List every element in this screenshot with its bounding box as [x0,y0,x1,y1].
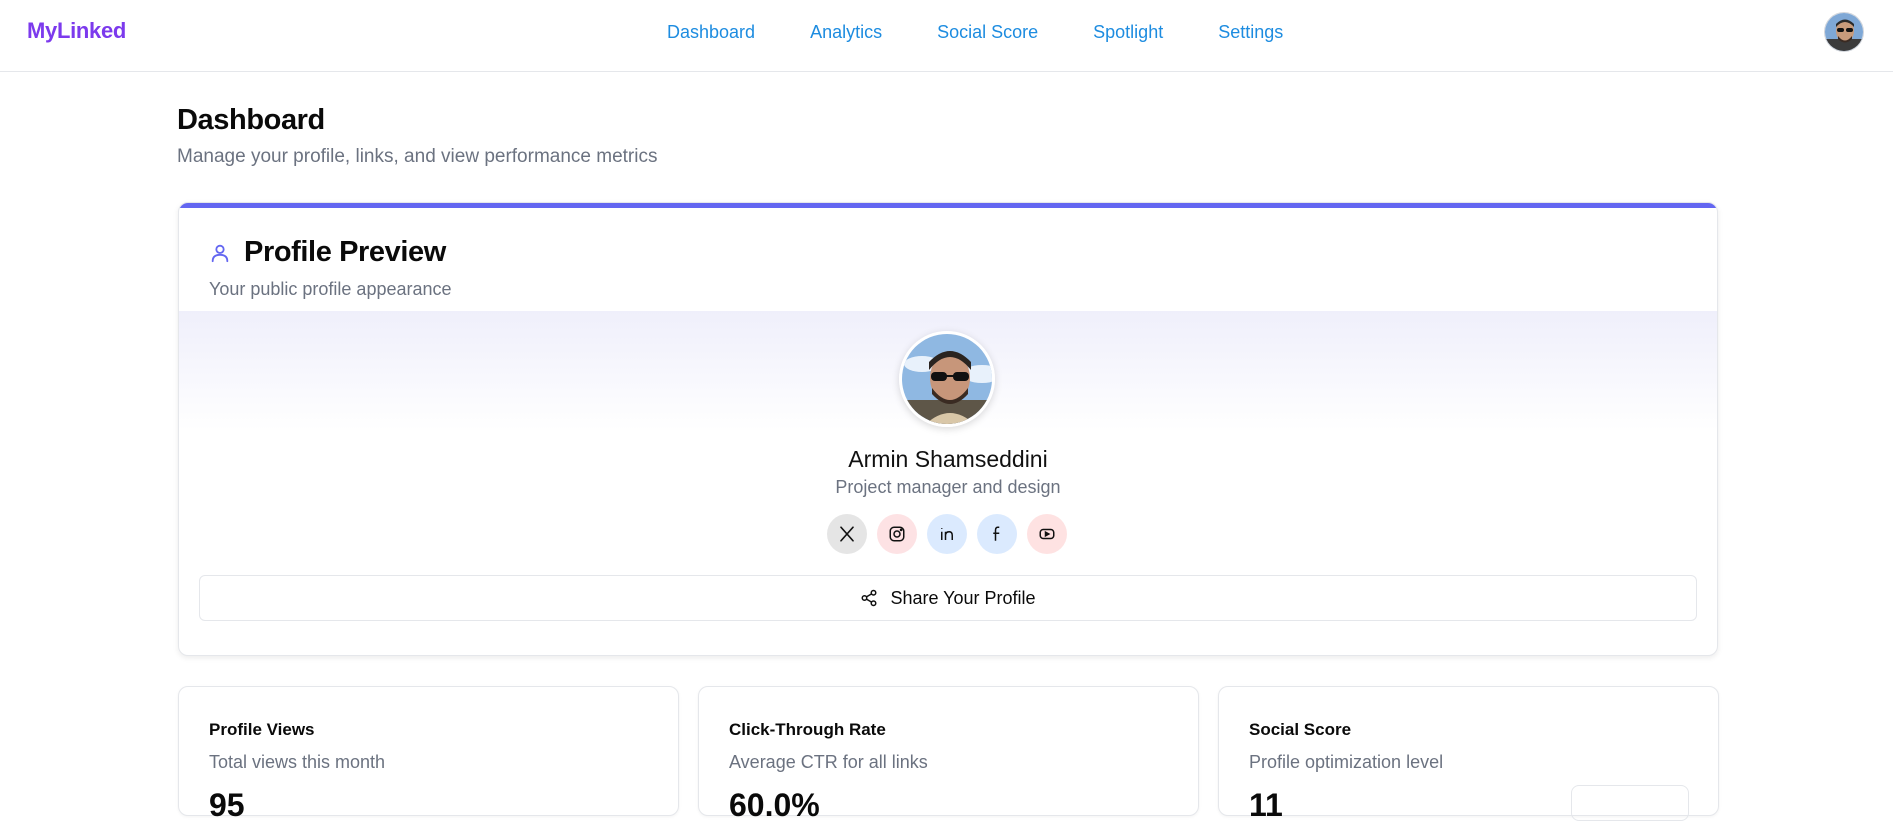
stat-value: 11 [1249,787,1283,823]
stat-description: Average CTR for all links [729,752,928,772]
stat-description: Total views this month [209,752,386,772]
nav-spotlight[interactable]: Spotlight [1093,21,1163,51]
share-profile-button[interactable]: Share Your Profile [199,575,1697,621]
instagram-link[interactable] [877,514,917,554]
page-subtitle: Manage your profile, links, and view per… [177,146,658,167]
profile-name: Armin Shamseddini [848,446,1048,472]
stat-title: Profile Views [209,720,315,739]
share-label: Share Your Profile [890,587,1036,608]
nav-dashboard[interactable]: Dashboard [667,21,755,51]
stat-card-social-score: Social Score Profile optimization level … [1218,686,1719,823]
youtube-icon [1039,528,1055,540]
nav-links: Dashboard Analytics Social Score Spotlig… [667,21,1338,51]
profile-bio: Project manager and design [835,477,1061,497]
youtube-link[interactable] [1027,514,1067,554]
profile-preview-card: Profile Preview Your public profile appe… [178,202,1718,656]
user-icon [211,244,229,263]
page-title: Dashboard [177,104,325,136]
top-navigation: MyLinked Dashboard Analytics Social Scor… [0,0,1893,72]
card-title: Profile Preview [244,236,446,268]
instagram-icon [889,526,905,542]
nav-social-score[interactable]: Social Score [937,21,1038,51]
stat-value: 60.0% [729,787,820,823]
x-icon [840,526,854,542]
score-badge [1571,785,1689,821]
x-link[interactable] [827,514,867,554]
social-links [827,514,1077,554]
linkedin-link[interactable] [927,514,967,554]
card-accent-bar [179,203,1717,208]
share-icon [861,589,877,607]
nav-settings[interactable]: Settings [1218,21,1283,51]
stat-title: Social Score [1249,720,1352,739]
linkedin-icon [941,528,953,540]
stat-description: Profile optimization level [1249,752,1444,772]
nav-analytics[interactable]: Analytics [810,21,882,51]
card-subtitle: Your public profile appearance [209,279,452,299]
profile-avatar [899,331,995,427]
brand-logo[interactable]: MyLinked [27,18,126,44]
stat-card-profile-views: Profile Views Total views this month 95 [178,686,679,823]
avatar-image [1825,13,1863,51]
facebook-link[interactable] [977,514,1017,554]
user-avatar[interactable] [1824,12,1864,52]
stat-card-ctr: Click-Through Rate Average CTR for all l… [698,686,1199,823]
stat-value: 95 [209,787,245,823]
facebook-icon [993,526,1000,541]
stat-title: Click-Through Rate [729,720,886,739]
